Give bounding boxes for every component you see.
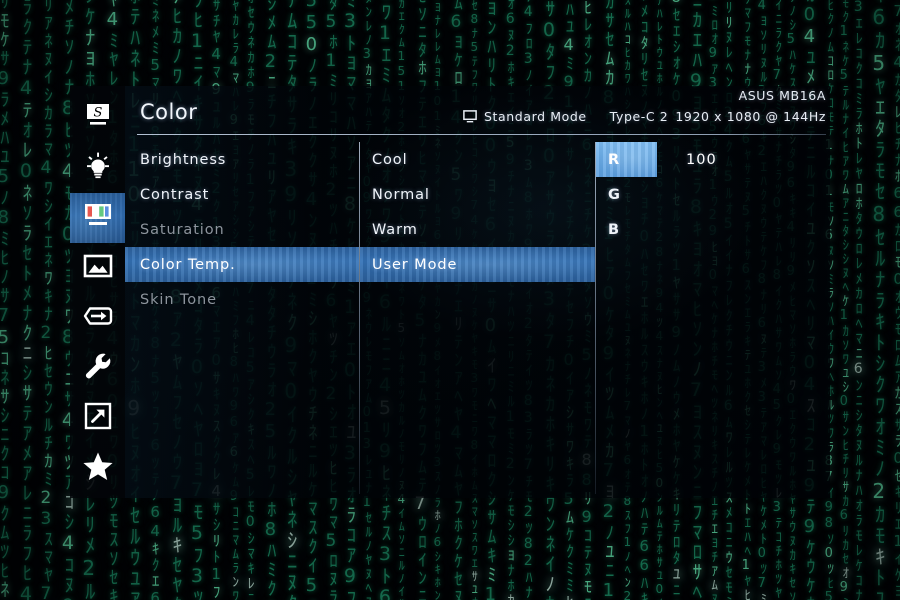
input-source: Type-C 2 (609, 109, 669, 124)
menu-item-label: Skin Tone (140, 291, 217, 308)
display-mode: Standard Mode (483, 109, 587, 124)
status-bar: Standard Mode Type-C 2 1920 x 1080 @ 144… (463, 109, 826, 124)
screen-photo: 4ｻﾊﾏﾚﾊｱﾁﾋﾃ7ﾜﾘﾓｹｻ9ﾗﾒﾊﾕ5ﾉ8ﾐﾋﾉｻ75ｺﾈｻｼﾆｸｺ9ｸﾑ… (0, 0, 900, 600)
submenu-item-label: Cool (372, 151, 408, 168)
rain-column: ﾛﾊﾘｱﾈﾇｲｼｶﾗﾏ4ﾜｼｲｴﾈﾜｷﾅ2ﾋｾｳﾝﾙﾁｶﾐ23ｽﾏﾔ7ﾚ1ﾂｵﾆ… (35, 0, 56, 600)
monitor-model: ASUS MB16A (738, 88, 826, 103)
menu-item-label: Brightness (140, 151, 227, 168)
rain-column: ﾅﾙｹｿﾙﾜﾒｹｵﾔ8ｳﾆｴﾓﾌﾃｲ7ｵﾈ4ｶﾀﾚﾋﾁﾅﾎ66ｶﾛﾓ0ｵｳﾓﾛﾑ… (889, 0, 900, 600)
sidebar-item-myfavorite[interactable] (70, 443, 125, 493)
osd-sidebar: S (70, 86, 125, 498)
page-title: Color (140, 100, 198, 124)
submenu-item-label: Normal (372, 186, 430, 203)
submenu-column: Cool Normal Warm User Mode (360, 142, 595, 282)
submenu-item-label: User Mode (372, 256, 458, 273)
menu-item-label: Contrast (140, 186, 210, 203)
sidebar-item-color[interactable] (70, 193, 125, 243)
rain-column: ﾉﾜﾊｻﾉｵ5ｹﾊ1ﾊﾐｽﾌﾌﾊ3ｴﾚｺｸｺﾐﾗﾎﾄﾚﾔﾛﾎﾀｳﾛﾚﾒｶﾛﾍﾏﾆ… (850, 0, 867, 600)
wrench-icon (83, 351, 113, 385)
rain-column: 7ｴ5ｶ3ﾓﾓｸ1ﾈｹ5ﾃﾙﾅｲﾋｱﾜﾑｱﾆﾀｼｼﾇﾍｹ1ｶｿﾜﾕｼ0ｻﾝﾋﾁﾘ… (836, 0, 852, 600)
svg-text:S: S (93, 106, 102, 121)
rgb-item-b[interactable]: B (596, 212, 885, 247)
rgb-channel-label: B (608, 221, 620, 238)
menu-item-label: Saturation (140, 221, 225, 238)
star-icon (82, 451, 114, 485)
input-select-icon (81, 304, 115, 332)
rgb-channel-label: G (608, 186, 621, 203)
osd-menu: S Color ASUS MB16A Standard Mode Type-C … (70, 86, 830, 498)
rain-column: 4ｻﾊﾏﾚﾊｱﾁﾋﾃ7ﾜﾘﾓｹｻ9ﾗﾒﾊﾕ5ﾉ8ﾐﾋﾉｻ75ｺﾈｻｼﾆｸｺ9ｸﾑ… (0, 0, 14, 600)
menu-item-color-temp[interactable]: Color Temp. (125, 247, 359, 282)
sidebar-item-splendid[interactable]: S (70, 93, 125, 143)
menu-item-brightness[interactable]: Brightness (125, 142, 359, 177)
arrow-up-right-icon (84, 402, 112, 434)
color-bars-icon (81, 202, 115, 234)
rgb-item-g[interactable]: G (596, 177, 885, 212)
resolution-refresh: 1920 x 1080 @ 144Hz (675, 109, 826, 124)
monitor-icon (463, 110, 477, 123)
submenu-item-user-mode[interactable]: User Mode (360, 247, 595, 282)
menu-item-contrast[interactable]: Contrast (125, 177, 359, 212)
rgb-channel-label: R (608, 151, 621, 168)
picture-icon (82, 253, 114, 283)
sidebar-item-input[interactable] (70, 293, 125, 343)
lightbulb-icon (83, 152, 113, 184)
menu-item-skin-tone[interactable]: Skin Tone (125, 282, 359, 317)
sidebar-item-image[interactable] (70, 243, 125, 293)
rain-column: ﾖﾃｷ6ｶ5ﾔｴﾀﾗﾓｾ8ｾﾙﾅﾗｷﾄｼｸﾜｵﾐﾉ2ｶﾓｷﾄﾕﾓｺﾑﾌｹﾓ (866, 0, 891, 600)
rgb-column: R 100 G B (596, 142, 885, 247)
submenu-item-normal[interactable]: Normal (360, 177, 595, 212)
sidebar-item-bluelight[interactable] (70, 143, 125, 193)
menu-column: Brightness Contrast Saturation Color Tem… (125, 142, 359, 317)
submenu-item-warm[interactable]: Warm (360, 212, 595, 247)
submenu-item-cool[interactable]: Cool (360, 142, 595, 177)
rgb-channel-value: 100 (686, 151, 717, 168)
menu-item-saturation[interactable]: Saturation (125, 212, 359, 247)
sidebar-item-system[interactable] (70, 343, 125, 393)
menu-item-label: Color Temp. (140, 256, 236, 273)
submenu-item-label: Warm (372, 221, 418, 238)
header-divider (137, 134, 826, 135)
rgb-item-r[interactable]: R 100 (596, 142, 885, 177)
splendid-s-icon: S (83, 103, 113, 133)
rain-column: ﾒﾛﾀ1ﾇｿｾｴﾋﾁﾀﾔ6ﾗｸﾃﾅ4ﾃｵﾚ0ﾈｿﾗｾﾄﾒﾅｸﾆｼｻﾃｱﾒｱﾚﾆﾗ… (14, 0, 37, 600)
sidebar-item-shortcut[interactable] (70, 393, 125, 443)
osd-header: Color ASUS MB16A Standard Mode Type-C 2 … (125, 86, 830, 140)
osd-panel: Color ASUS MB16A Standard Mode Type-C 2 … (125, 86, 830, 498)
